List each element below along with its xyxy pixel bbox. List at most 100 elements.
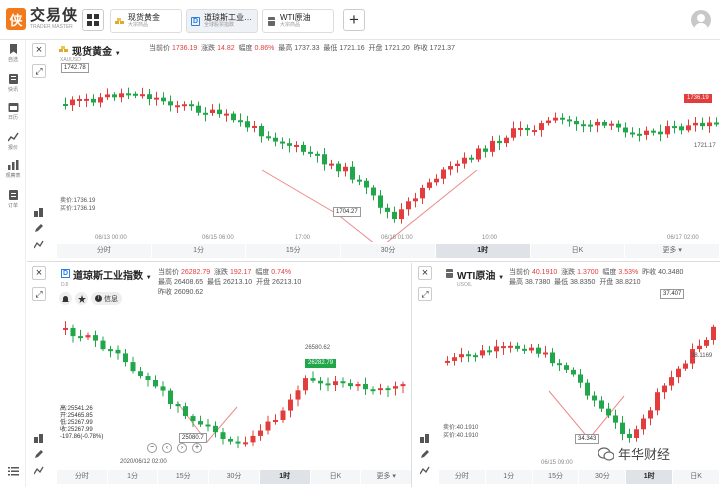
timeframe-more[interactable]: 更多 ▾ bbox=[625, 244, 720, 258]
candle-body bbox=[196, 105, 201, 113]
add-tab-button[interactable]: + bbox=[343, 9, 365, 31]
candle-body bbox=[123, 353, 128, 363]
timeframe-tick[interactable]: 分时 bbox=[439, 470, 486, 484]
candle-body bbox=[70, 327, 76, 337]
quote-label: 幅度 bbox=[602, 269, 617, 276]
quote-value: 0.86% bbox=[254, 45, 275, 52]
quote-line-3: 昨收 26090.62 bbox=[158, 288, 203, 297]
candle-body bbox=[707, 122, 712, 127]
timeframe-1h[interactable]: 1时 bbox=[626, 470, 674, 484]
tab-gold[interactable]: 现货黄金 大宗商品 bbox=[110, 9, 182, 33]
indicator-icon[interactable] bbox=[420, 466, 430, 475]
close-panel-button[interactable]: × bbox=[32, 43, 46, 57]
timeframe-1m[interactable]: 1分 bbox=[151, 244, 247, 258]
quote-label: 最低 bbox=[323, 45, 338, 52]
timeframe-more[interactable]: 更多 ▾ bbox=[361, 470, 411, 484]
candle-body bbox=[634, 429, 639, 438]
instrument-selector[interactable]: 现货黄金 ▼ bbox=[72, 43, 121, 58]
pencil-icon[interactable] bbox=[34, 224, 44, 233]
timeframe-daily[interactable]: 日K bbox=[673, 470, 720, 484]
tab-dow-jones[interactable]: D 道琼斯工业… 全球股票指数 bbox=[186, 9, 258, 33]
candle-body bbox=[78, 336, 83, 339]
ohlc-readout: 高:25541.26 开:25465.85 低:25267.99 收:25267… bbox=[60, 406, 103, 441]
timeframe-daily[interactable]: 日K bbox=[530, 244, 626, 258]
instrument-selector[interactable]: 道琼斯工业指数 ▼ bbox=[73, 267, 152, 282]
layout-grid-button[interactable] bbox=[82, 9, 104, 31]
candle-body bbox=[112, 94, 117, 98]
drawing-tool-icon[interactable] bbox=[420, 434, 430, 443]
expand-panel-button[interactable]: ⤢ bbox=[32, 287, 46, 301]
candle-body bbox=[588, 124, 593, 127]
ohlc-close: 收:25267.99 bbox=[60, 427, 93, 433]
candle-body bbox=[627, 433, 632, 438]
ohlc-high: 高:25541.26 bbox=[60, 406, 93, 412]
candle-body bbox=[609, 123, 614, 126]
candle-body bbox=[130, 362, 136, 372]
indicator-icon[interactable] bbox=[34, 240, 44, 249]
timeframe-daily[interactable]: 日K bbox=[310, 470, 362, 484]
tab-wti-oil[interactable]: WTI原油 大宗商品 bbox=[262, 9, 334, 33]
candle-body bbox=[683, 363, 688, 369]
logo-icon: 侠 bbox=[6, 8, 26, 30]
scroll-right-button[interactable]: › bbox=[177, 443, 187, 453]
app-logo[interactable]: 侠 交易侠 TRADER MASTER bbox=[6, 8, 78, 30]
sidebar-item-watch-table[interactable]: 观察表 bbox=[0, 160, 26, 179]
sidebar-item-news[interactable]: 快讯 bbox=[0, 74, 26, 93]
calendar-icon bbox=[8, 103, 18, 112]
user-avatar[interactable] bbox=[691, 10, 711, 30]
dow-candlestick-chart[interactable] bbox=[57, 307, 412, 467]
expand-panel-button[interactable]: ⤢ bbox=[418, 287, 432, 301]
pencil-icon[interactable] bbox=[420, 450, 430, 459]
drawing-tool-icon[interactable] bbox=[34, 208, 44, 217]
sidebar-item-calendar[interactable]: 日历 bbox=[0, 102, 26, 121]
timeframe-15m[interactable]: 15分 bbox=[158, 470, 210, 484]
quote-value: 14.82 bbox=[217, 45, 235, 52]
timeframe-30m[interactable]: 30分 bbox=[209, 470, 260, 484]
indicator-icon[interactable] bbox=[34, 466, 44, 475]
candle-body bbox=[217, 109, 222, 115]
candle-body bbox=[473, 355, 478, 358]
candle-body bbox=[273, 420, 278, 423]
candle-body bbox=[630, 132, 635, 135]
candle-body bbox=[153, 380, 158, 387]
sidebar-menu-button[interactable] bbox=[0, 466, 26, 476]
sidebar-item-watchlist[interactable]: 自选 bbox=[0, 44, 26, 63]
favorite-button[interactable] bbox=[75, 292, 88, 305]
gold-candlestick-chart[interactable] bbox=[57, 62, 720, 242]
chevron-down-icon: ▼ bbox=[498, 275, 505, 281]
timeframe-tick[interactable]: 分时 bbox=[57, 470, 108, 484]
alert-button[interactable] bbox=[59, 292, 72, 305]
info-button[interactable]: i 信息 bbox=[91, 292, 122, 305]
menu-list-icon bbox=[7, 467, 19, 476]
timeframe-15m[interactable]: 15分 bbox=[246, 244, 342, 258]
timeframe-1m[interactable]: 1分 bbox=[107, 470, 159, 484]
instrument-selector[interactable]: WTI原油 ▼ bbox=[457, 267, 504, 282]
timeframe-30m[interactable]: 30分 bbox=[579, 470, 627, 484]
zoom-out-button[interactable]: − bbox=[147, 443, 157, 453]
timeframe-tick[interactable]: 分时 bbox=[57, 244, 152, 258]
timeframe-1m[interactable]: 1分 bbox=[485, 470, 533, 484]
pencil-icon[interactable] bbox=[34, 450, 44, 459]
logo-subtitle: TRADER MASTER bbox=[30, 24, 73, 30]
candle-body bbox=[364, 180, 369, 188]
drawing-tool-icon[interactable] bbox=[34, 434, 44, 443]
quote-value: 40.1910 bbox=[531, 269, 558, 276]
candle-body bbox=[616, 123, 621, 128]
close-panel-button[interactable]: × bbox=[32, 266, 46, 280]
timeframe-15m[interactable]: 15分 bbox=[532, 470, 580, 484]
avatar-body-icon bbox=[694, 23, 708, 30]
quote-label: 涨跌 bbox=[201, 45, 216, 52]
sidebar-item-orders[interactable]: 订单 bbox=[0, 190, 26, 209]
expand-panel-button[interactable]: ⤢ bbox=[32, 64, 46, 78]
scroll-left-button[interactable]: ‹ bbox=[162, 443, 172, 453]
zoom-in-button[interactable]: + bbox=[192, 443, 202, 453]
chevron-down-icon: ▼ bbox=[145, 275, 152, 281]
close-panel-button[interactable]: × bbox=[418, 266, 432, 280]
close-icon: × bbox=[421, 267, 429, 279]
timeframe-30m[interactable]: 30分 bbox=[341, 244, 436, 258]
candle-body bbox=[245, 121, 250, 128]
timeframe-1h[interactable]: 1时 bbox=[435, 244, 531, 258]
sidebar-item-quotes[interactable]: 报价 bbox=[0, 132, 26, 151]
timeframe-1h[interactable]: 1时 bbox=[259, 470, 311, 484]
candle-body bbox=[571, 369, 576, 375]
